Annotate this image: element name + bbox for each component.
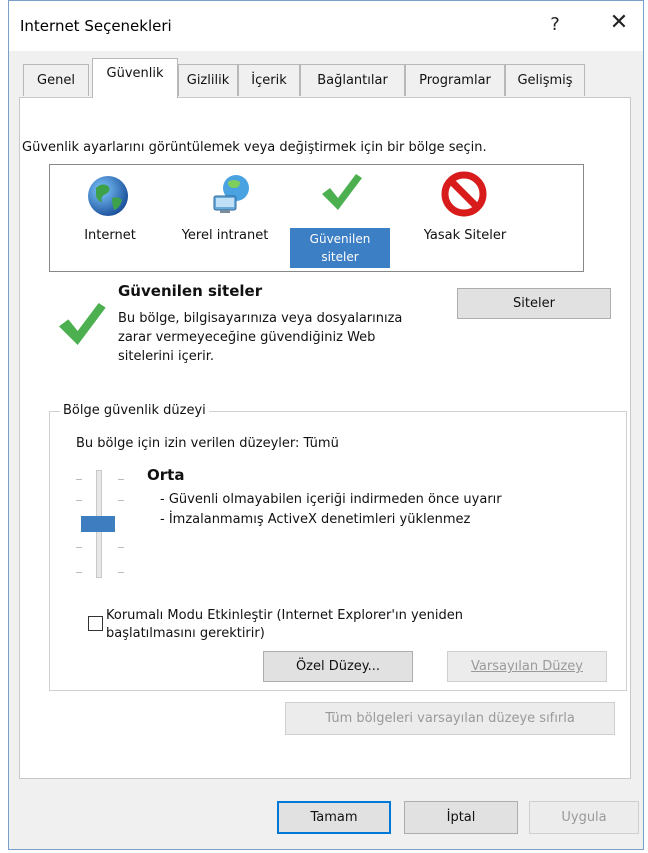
zone-local-intranet[interactable]: [206, 170, 254, 222]
selected-zone-description: Bu bölge, bilgisayarınıza veya dosyaları…: [118, 311, 403, 364]
close-button[interactable]: ✕: [604, 10, 634, 35]
security-level-legend: Bölge güvenlik düzeyi: [60, 403, 209, 418]
checkmark-icon: [322, 174, 362, 210]
slider-tick: [76, 500, 82, 501]
zone-trusted-sites[interactable]: [316, 168, 364, 220]
tab-guvenlik[interactable]: Güvenlik: [92, 58, 178, 98]
zone-local-intranet-label: Yerel intranet: [181, 228, 269, 243]
slider-tick: [76, 572, 82, 573]
zone-internet-label: Internet: [84, 228, 136, 243]
slider-tick: [118, 572, 124, 573]
tab-gizlilik[interactable]: Gizlilik: [178, 64, 238, 96]
zone-trusted-line1: Güvenilen: [309, 232, 371, 246]
slider-tick: [76, 479, 82, 480]
security-level-detail: - Güvenli olmayabilen içeriği indirmeden…: [160, 492, 502, 507]
slider-tick: [118, 547, 124, 548]
selected-zone-icon: [52, 296, 108, 356]
security-level-group: [49, 411, 627, 691]
globe-icon: [88, 176, 128, 216]
checkmark-icon: [59, 303, 106, 345]
tab-genel[interactable]: Genel: [23, 64, 89, 96]
zone-restricted-label: Yasak Siteler: [423, 228, 507, 243]
default-level-button[interactable]: Varsayılan Düzey: [447, 651, 607, 682]
ok-button[interactable]: Tamam: [277, 801, 391, 834]
tab-programlar[interactable]: Programlar: [405, 64, 505, 96]
protected-mode-label[interactable]: Korumalı Modu Etkinleştir (Internet Expl…: [106, 607, 536, 643]
tab-gelismis[interactable]: Gelişmiş: [505, 64, 585, 96]
custom-level-button[interactable]: Özel Düzey...: [263, 651, 413, 682]
protected-mode-checkbox[interactable]: [88, 616, 103, 631]
slider-tick: [118, 479, 124, 480]
tab-baglantilar[interactable]: Bağlantılar: [300, 64, 405, 96]
zone-trusted-line2: siteler: [321, 250, 359, 264]
security-level-slider-thumb[interactable]: [81, 516, 115, 532]
tab-icerik[interactable]: İçerik: [238, 64, 300, 96]
zone-restricted-sites[interactable]: [440, 170, 488, 222]
slider-tick: [76, 547, 82, 548]
prohibited-icon: [441, 171, 487, 217]
selected-zone-title: Güvenilen siteler: [118, 282, 263, 300]
zone-internet[interactable]: [84, 172, 132, 224]
window-title: Internet Seçenekleri: [20, 17, 172, 35]
security-level-name: Orta: [147, 466, 185, 484]
zone-instruction: Güvenlik ayarlarını görüntülemek veya de…: [22, 140, 487, 155]
network-icon: [213, 175, 249, 213]
security-level-detail: - İmzalanmamış ActiveX denetimleri yükle…: [160, 512, 471, 527]
zone-trusted-sites-label: Güvenilen siteler: [290, 228, 390, 268]
allowed-levels-text: Bu bölge için izin verilen düzeyler: Tüm…: [76, 436, 339, 451]
sites-button[interactable]: Siteler: [457, 288, 611, 319]
cancel-button[interactable]: İptal: [404, 801, 518, 834]
reset-all-zones-button[interactable]: Tüm bölgeleri varsayılan düzeye sıfırla: [285, 702, 615, 735]
apply-button[interactable]: Uygula: [529, 801, 639, 834]
slider-tick: [118, 500, 124, 501]
help-button[interactable]: ?: [540, 14, 570, 35]
